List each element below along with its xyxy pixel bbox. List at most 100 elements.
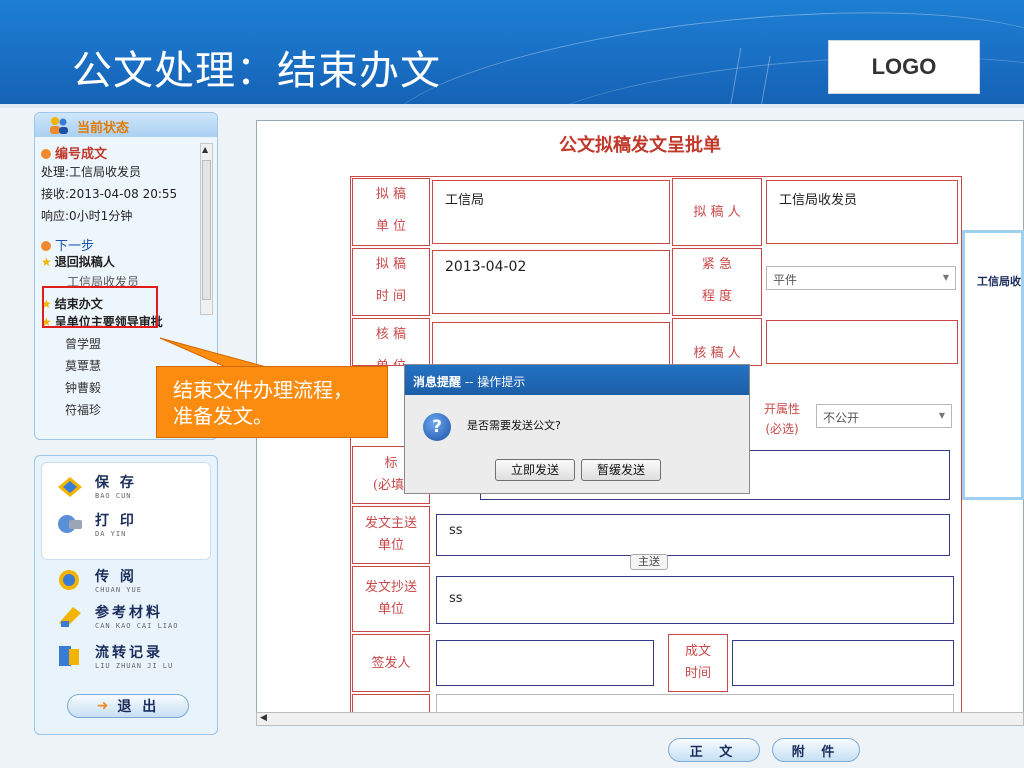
label-line: 拟 稿	[375, 187, 407, 202]
scroll-thumb[interactable]	[202, 160, 211, 300]
urgency-select[interactable]: 平件 ▼	[766, 266, 956, 290]
partial-field[interactable]	[436, 694, 954, 712]
main-text-button[interactable]: 正 文	[668, 738, 760, 762]
label-open-attr: 开属性 (必选)	[752, 396, 812, 442]
status-panel-header: 当前状态	[35, 113, 217, 137]
callout-line: 准备发文。	[173, 404, 273, 428]
horizontal-scrollbar[interactable]: ◀	[256, 712, 1024, 726]
drafter-field[interactable]: 工信局收发员	[766, 180, 958, 244]
label-line: 发文抄送	[364, 580, 417, 595]
record-pinyin: LIU ZHUAN JI LU	[95, 662, 174, 670]
callout-note: 结束文件办理流程， 准备发文。	[156, 366, 388, 438]
draft-time-field[interactable]: 2013-04-02	[432, 250, 670, 314]
label-line: 开属性	[763, 402, 800, 416]
label-finish-time: 成文 时间	[668, 634, 728, 692]
scroll-up-icon[interactable]: ▲	[202, 145, 208, 154]
reference-label: 参考材料	[95, 605, 163, 621]
response-text: 响应:0小时1分钟	[41, 209, 133, 223]
scroll-left-icon[interactable]: ◀	[260, 713, 267, 723]
open-attr-value: 不公开	[823, 411, 860, 425]
dialog-body: ? 是否需要发送公文? 立即发送 暂缓发送	[405, 395, 749, 493]
side-panel-text: 工信局收	[977, 275, 1021, 288]
header-bar: 公文处理：结束办文 LOGO	[0, 0, 1024, 108]
status-scrollbar[interactable]: ▲	[200, 143, 213, 315]
option-person[interactable]: 符福珍	[65, 401, 101, 418]
cc-field[interactable]: ss	[436, 576, 954, 624]
label-signer: 签发人	[352, 634, 430, 692]
save-label: 保 存	[95, 475, 137, 491]
print-pinyin: DA YIN	[95, 530, 127, 538]
option-person[interactable]: 钟曹毅	[65, 379, 101, 396]
label-line: 成文	[684, 644, 711, 659]
main-send-field[interactable]: ss	[436, 514, 950, 556]
send-now-button[interactable]: 立即发送	[495, 459, 575, 481]
document-title: 公文拟稿发文呈批单	[559, 135, 721, 156]
label-cc: 发文抄送 单位	[352, 566, 430, 632]
circulate-label: 传 阅	[95, 569, 137, 585]
star-icon: ★	[41, 255, 52, 269]
main-send-button[interactable]: 主送	[630, 554, 668, 570]
status-panel-title: 当前状态	[77, 121, 130, 136]
step-icon	[41, 241, 51, 251]
dialog-subtitle: -- 操作提示	[461, 375, 526, 389]
side-panel: 工信局收	[962, 230, 1024, 500]
postpone-send-button[interactable]: 暂缓发送	[581, 459, 661, 481]
label-draft-time: 拟 稿时 间	[352, 248, 430, 316]
label-line: 时间	[684, 666, 711, 681]
option-label: 退回拟稿人	[54, 255, 115, 269]
print-button[interactable]: 打 印 DA YIN	[55, 510, 137, 538]
check-unit-field[interactable]	[432, 322, 670, 366]
logo: LOGO	[828, 40, 980, 94]
circulate-button[interactable]: 传 阅 CHUAN YUE	[55, 566, 142, 594]
open-attr-select[interactable]: 不公开 ▼	[816, 404, 952, 428]
signer-field[interactable]	[436, 640, 654, 686]
exit-button[interactable]: ➜ 退 出	[67, 694, 189, 718]
save-icon	[58, 477, 82, 497]
next-step-title: 下一步	[41, 235, 94, 254]
chevron-down-icon: ▼	[938, 411, 945, 420]
reference-icon	[59, 607, 81, 627]
save-button[interactable]: 保 存 BAO CUN	[55, 472, 137, 500]
record-label: 流转记录	[95, 645, 163, 661]
label-draft-unit: 拟 稿单 位	[352, 178, 430, 246]
circulate-pinyin: CHUAN YUE	[95, 586, 142, 594]
people-icon	[50, 117, 68, 134]
record-icon	[59, 646, 79, 666]
action-panel: 保 存 BAO CUN 打 印 DA YIN 传 阅 CHUAN YUE 参考材料 CA…	[34, 455, 218, 735]
attachment-button[interactable]: 附 件	[772, 738, 860, 762]
finish-time-field[interactable]	[732, 640, 954, 686]
label-line: 拟 稿	[375, 257, 407, 272]
label-cell-partial	[352, 694, 430, 712]
confirm-dialog: 消息提醒 -- 操作提示 ? 是否需要发送公文? 立即发送 暂缓发送	[404, 364, 750, 494]
option-person[interactable]: 莫覃慧	[65, 357, 101, 374]
handler-text: 处理:工信局收发员	[41, 165, 142, 179]
circulate-icon	[59, 570, 79, 590]
draft-unit-field[interactable]: 工信局	[432, 180, 670, 244]
current-step: 编号成文	[41, 143, 107, 162]
label-drafter: 拟 稿 人	[672, 178, 762, 246]
label-line: 单 位	[375, 219, 407, 234]
option-return-drafter[interactable]: ★ 退回拟稿人	[41, 253, 115, 270]
label-line: 时 间	[375, 289, 407, 304]
callout-line: 结束文件办理流程，	[173, 378, 353, 402]
highlight-box	[42, 286, 158, 328]
attachment-label: 附 件	[791, 744, 841, 760]
label-line: 核 稿	[375, 327, 407, 342]
checker-field[interactable]	[766, 320, 958, 364]
record-button[interactable]: 流转记录 LIU ZHUAN JI LU	[55, 642, 173, 670]
label-line: 单位	[377, 538, 404, 553]
urgency-value: 平件	[773, 273, 798, 287]
label-line: 紧 急	[701, 257, 733, 272]
dialog-titlebar: 消息提醒 -- 操作提示	[405, 365, 749, 395]
print-icon	[58, 515, 82, 533]
label-line: 发文主送	[364, 516, 417, 531]
option-person[interactable]: 曾学盟	[65, 335, 101, 352]
current-step-label: 编号成文	[55, 147, 108, 162]
next-step-label: 下一步	[55, 239, 95, 254]
page-title: 公文处理：结束办文	[72, 48, 441, 94]
exit-arrow-icon: ➜	[96, 698, 112, 714]
label-line: (必选)	[765, 422, 799, 436]
reference-button[interactable]: 参考材料 CAN KAO CAI LIAO	[55, 602, 178, 630]
label-line: 单位	[377, 602, 404, 617]
dialog-title: 消息提醒	[413, 375, 462, 389]
